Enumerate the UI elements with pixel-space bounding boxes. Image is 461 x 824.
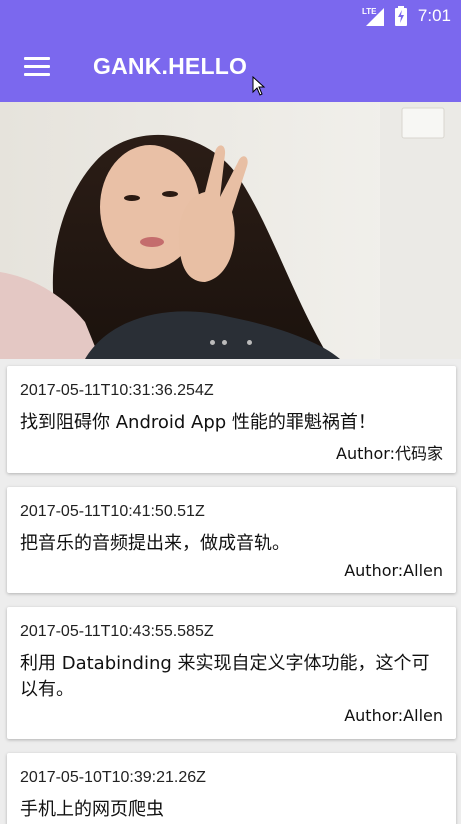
- banner-carousel[interactable]: [0, 102, 461, 359]
- article-date: 2017-05-10T10:39:21.26Z: [20, 769, 206, 786]
- article-card[interactable]: 2017-05-10T10:39:21.26Z 手机上的网页爬虫: [7, 753, 456, 824]
- clock: 7:01: [417, 6, 451, 25]
- article-title: 利用 Databinding 来实现自定义字体功能，这个可以有。: [20, 653, 430, 700]
- article-title: 找到阻碍你 Android App 性能的罪魁祸首！: [20, 412, 376, 433]
- page-dot: [222, 340, 227, 345]
- article-author: Author:代码家: [336, 444, 443, 463]
- mouse-cursor-icon: [252, 76, 266, 96]
- menu-icon[interactable]: [24, 57, 50, 77]
- article-card[interactable]: 2017-05-11T10:43:55.585Z 利用 Databinding …: [7, 607, 456, 739]
- toolbar-title: GANK.HELLO: [93, 53, 248, 79]
- article-title: 把音乐的音频提出来，做成音轨。: [20, 533, 290, 554]
- article-date: 2017-05-11T10:41:50.51Z: [20, 503, 205, 520]
- article-date: 2017-05-11T10:43:55.585Z: [20, 623, 214, 640]
- banner-image: [0, 102, 461, 359]
- page-dot: [247, 340, 252, 345]
- article-card[interactable]: 2017-05-11T10:31:36.254Z 找到阻碍你 Android A…: [7, 366, 456, 473]
- article-author: Author:Allen: [344, 561, 443, 580]
- article-title: 手机上的网页爬虫: [20, 799, 164, 820]
- article-card[interactable]: 2017-05-11T10:41:50.51Z 把音乐的音频提出来，做成音轨。 …: [7, 487, 456, 593]
- page-dot: [210, 340, 215, 345]
- status-bar: LTE 7:01: [0, 0, 461, 32]
- article-date: 2017-05-11T10:31:36.254Z: [20, 382, 214, 399]
- signal-icon: [366, 8, 384, 26]
- article-author: Author:Allen: [344, 706, 443, 725]
- battery-charging-icon: [395, 6, 407, 26]
- app-bar: LTE 7:01 GANK.HELLO: [0, 0, 461, 102]
